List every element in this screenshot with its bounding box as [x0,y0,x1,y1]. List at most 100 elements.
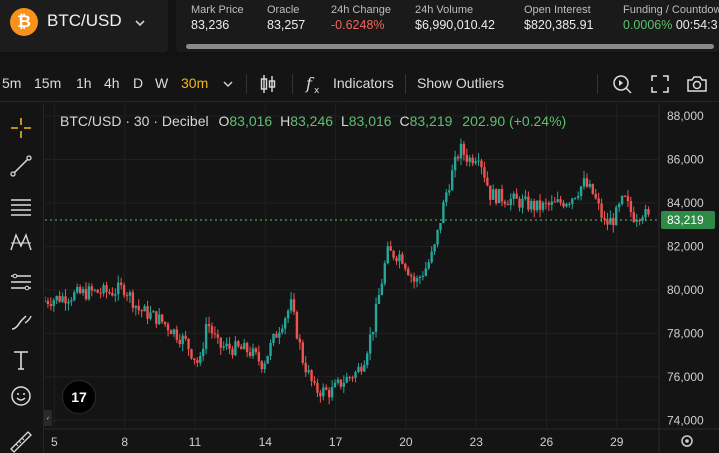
candle-body [284,318,287,329]
candle-body [225,343,228,347]
candle-body [459,143,463,159]
legend-high-value: 83,246 [290,113,334,129]
x-tick-label: 11 [189,435,202,449]
candlestick-chart-icon[interactable] [256,72,280,96]
candle-body [632,212,636,222]
timeframe-30m-active[interactable]: 30m [181,75,208,91]
candle-body [412,276,416,282]
candle-body [181,335,184,345]
y-tick-label: 88,000 [667,109,704,123]
candle-body [588,183,592,187]
timeframe-1h[interactable]: 1h [76,75,92,91]
show-outliers-button[interactable]: Show Outliers [417,75,504,91]
candle-body [336,379,340,383]
timeframe-4h[interactable]: 4h [104,75,120,91]
candle-body [152,311,155,313]
candle-body [175,329,179,340]
candle-body [574,197,577,199]
replay-icon[interactable] [610,72,634,96]
pattern-icon[interactable] [8,229,34,255]
candle-body [102,285,105,294]
candle-body [377,294,381,304]
timeframe-w[interactable]: W [155,75,168,91]
candle-body [541,202,545,210]
candle-body [245,343,249,353]
candle-body [620,195,624,205]
candle-body [371,331,375,335]
candle-body [497,189,501,204]
candle-body [201,348,205,356]
fullscreen-icon[interactable] [648,72,672,96]
candle-body [480,160,483,168]
candle-body [199,355,202,363]
timeframe-d[interactable]: D [133,75,143,91]
crosshair-icon[interactable] [8,115,34,141]
candle-body [228,343,231,349]
indicators-fx-icon[interactable]: f x [303,72,327,96]
brush-icon[interactable] [8,309,34,335]
candle-body [96,289,99,293]
y-tick-label: 74,000 [667,413,704,427]
candle-body [46,300,50,305]
price-chart[interactable]: 74,000 76,000 78,000 80,000 82,000 84,000 86,0… [43,103,719,453]
candle-body [289,299,293,311]
fib-retracement-icon[interactable] [8,193,34,219]
candle-body [49,304,53,306]
candle-body [81,289,85,294]
candle-body [450,170,454,191]
candle-body [427,262,430,269]
x-tick-label: 23 [470,435,484,449]
candle-body [292,299,296,312]
chart-canvas[interactable]: 74,000 76,000 78,000 80,000 82,000 84,000 86,0… [43,103,719,453]
legend-symbol: BTC/USD · 30 · Decibel [60,113,209,129]
candle-body [354,372,357,378]
candle-body [512,193,515,199]
timeframe-5m[interactable]: 5m [2,75,21,91]
candle-body [500,189,504,202]
candle-body [494,189,498,204]
candle-body [281,328,284,333]
candle-body [506,203,510,206]
candle-body [433,244,436,252]
stat-value: 0.0006% 00:54:3 [623,18,719,32]
candle-body [597,198,600,204]
candle-body [401,254,404,264]
ruler-icon[interactable] [8,429,34,453]
candle-body [533,200,536,211]
candle-body [448,190,451,193]
settings-gear-icon[interactable] [681,435,693,447]
candle-body [530,200,533,210]
candle-body [298,338,302,343]
candle-body [576,195,580,198]
candle-body [87,286,91,300]
candle-body [117,282,120,295]
candle-body [269,342,272,356]
candle-body [609,217,612,225]
tradingview-logo[interactable]: 17 [62,380,96,414]
camera-icon[interactable] [685,72,709,96]
text-tool-icon[interactable] [8,347,34,373]
stat-24h-change: 24h Change -0.6248% [331,4,391,32]
candle-body [527,196,530,210]
candle-body [594,193,597,199]
chevron-down-icon[interactable] [221,77,235,91]
stats-scrollbar[interactable] [186,44,714,49]
candle-body [108,292,111,294]
candle-body [456,156,460,159]
timeframe-15m[interactable]: 15m [34,75,61,91]
candle-body [119,282,123,286]
stat-open-interest: Open Interest $820,385.91 [524,4,594,32]
candle-body [465,154,469,162]
symbol-selector[interactable]: ₿ BTC/USD [0,0,168,52]
indicators-button[interactable]: Indicators [333,75,394,91]
toolbar-divider [405,74,406,94]
emoji-icon[interactable] [8,383,34,409]
candle-body [538,200,542,210]
candle-body [424,268,428,276]
trend-line-icon[interactable] [8,153,34,179]
candle-body [257,352,261,362]
candle-body [111,292,114,296]
projection-icon[interactable] [8,269,34,295]
candle-body [304,362,307,373]
candle-body [366,353,369,365]
